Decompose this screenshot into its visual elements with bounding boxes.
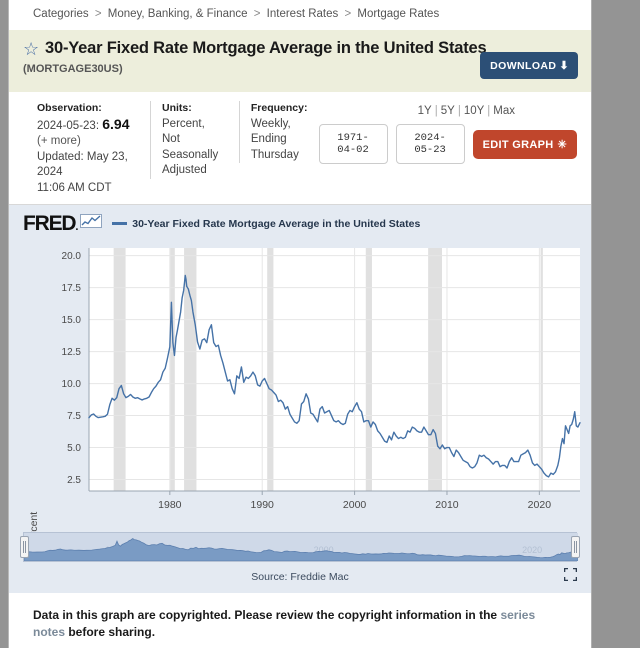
frequency-block: Frequency: Weekly, Ending Thursday	[238, 101, 319, 163]
download-button[interactable]: DOWNLOAD ⬇	[480, 52, 578, 79]
legend-label: 30-Year Fixed Rate Mortgage Average in t…	[132, 217, 421, 230]
copyright-text-before: Data in this graph are copyrighted. Plea…	[33, 608, 501, 622]
more-link[interactable]: (+ more)	[37, 134, 139, 150]
units-label: Units:	[162, 102, 192, 114]
download-icon: ⬇	[559, 60, 569, 72]
gear-icon: ✳	[557, 138, 567, 151]
updated-time: 11:06 AM CDT	[37, 181, 112, 194]
svg-text:2020: 2020	[522, 545, 542, 555]
graph-header: FRED. 30-Year Fixed Rate Mortgage Averag…	[9, 205, 591, 236]
updated-date: Updated: May 23, 2024	[37, 150, 128, 179]
download-label: DOWNLOAD	[490, 60, 557, 72]
fullscreen-icon[interactable]	[563, 567, 578, 584]
svg-text:7.5: 7.5	[67, 411, 81, 422]
chart-area[interactable]: Percent 2.5 5.0 7.5 10.0 12.5 15.0 17.5 20.0 198…	[9, 236, 592, 548]
start-date-input[interactable]: 1971-04-02	[318, 124, 388, 164]
units-line-1: Percent,	[162, 117, 205, 130]
breadcrumb-item-mortgage-rates[interactable]: Mortgage Rates	[357, 8, 439, 20]
slider-handle-left[interactable]	[20, 536, 29, 558]
range-1y[interactable]: 1Y	[418, 105, 432, 117]
navigator-area-chart: 198020002020	[23, 533, 579, 562]
range-selector: 1Y | 5Y | 10Y | Max	[418, 105, 515, 117]
svg-text:1990: 1990	[251, 499, 275, 511]
frequency-line-1: Weekly,	[250, 117, 291, 130]
breadcrumb-separator: >	[94, 8, 102, 20]
observation-value: 6.94	[102, 115, 130, 132]
frequency-label: Frequency:	[250, 102, 308, 114]
slider-handle-right[interactable]	[571, 536, 580, 558]
edit-graph-button[interactable]: EDIT GRAPH ✳	[472, 129, 577, 159]
observation-date: 2024-05-23:	[37, 119, 100, 132]
page-title: 30-Year Fixed Rate Mortgage Average in t…	[45, 39, 487, 57]
source-label: Source: Freddie Mac	[251, 571, 349, 583]
units-line-3: Adjusted	[162, 164, 207, 176]
range-navigator[interactable]: 198020002020	[20, 532, 580, 562]
range-separator: |	[457, 105, 461, 117]
copyright-text-after: before sharing.	[65, 625, 156, 639]
series-meta-row: Observation: 2024-05-23: 6.94 (+ more) U…	[9, 92, 591, 205]
svg-text:2020: 2020	[528, 499, 552, 511]
range-5y[interactable]: 5Y	[441, 105, 455, 117]
breadcrumb-item-interest-rates[interactable]: Interest Rates	[267, 8, 339, 20]
fred-logo: FRED.	[23, 212, 78, 235]
units-block: Units: Percent, Not Seasonally Adjusted	[150, 101, 239, 179]
svg-text:10.0: 10.0	[62, 379, 82, 390]
breadcrumb: Categories > Money, Banking, & Finance >…	[9, 0, 591, 30]
breadcrumb-item-money-banking-finance[interactable]: Money, Banking, & Finance	[108, 8, 248, 20]
svg-text:2000: 2000	[343, 499, 367, 511]
fred-series-page: Categories > Money, Banking, & Finance >…	[8, 0, 592, 648]
range-separator: |	[487, 105, 491, 117]
frequency-line-3: Thursday	[250, 148, 299, 161]
svg-text:5.0: 5.0	[67, 443, 81, 454]
breadcrumb-item-categories[interactable]: Categories	[33, 8, 89, 20]
breadcrumb-separator: >	[253, 8, 261, 20]
breadcrumb-separator: >	[344, 8, 352, 20]
svg-text:2010: 2010	[435, 499, 459, 511]
source-row: Source: Freddie Mac	[9, 562, 591, 593]
favorite-star-icon[interactable]: ☆	[23, 40, 41, 58]
observation-label: Observation:	[37, 102, 102, 114]
line-chart[interactable]: 2.5 5.0 7.5 10.0 12.5 15.0 17.5 20.0 1980 1990 200…	[9, 236, 592, 528]
sparkline-icon	[80, 214, 103, 233]
svg-text:2.5: 2.5	[67, 475, 81, 486]
graph-controls: 1Y | 5Y | 10Y | Max 1971-04-02 2024-05-23 EDIT…	[318, 101, 592, 164]
edit-graph-label: EDIT GRAPH	[482, 138, 554, 151]
frequency-line-2: Ending	[250, 133, 287, 145]
svg-text:20.0: 20.0	[62, 251, 82, 262]
units-line-2: Not Seasonally	[162, 133, 219, 161]
legend-swatch	[112, 222, 128, 225]
series-title-band: ☆ 30-Year Fixed Rate Mortgage Average in …	[9, 30, 591, 92]
end-date-input[interactable]: 2024-05-23	[395, 124, 465, 164]
svg-text:17.5: 17.5	[62, 283, 82, 294]
svg-text:12.5: 12.5	[62, 347, 82, 358]
range-10y[interactable]: 10Y	[464, 105, 484, 117]
svg-text:1980: 1980	[158, 499, 182, 511]
copyright-notice: Data in this graph are copyrighted. Plea…	[9, 593, 591, 648]
graph-panel: FRED. 30-Year Fixed Rate Mortgage Averag…	[9, 205, 591, 593]
svg-text:15.0: 15.0	[62, 315, 82, 326]
range-max[interactable]: Max	[493, 105, 515, 117]
observation-block: Observation: 2024-05-23: 6.94 (+ more) U…	[9, 101, 150, 196]
range-separator: |	[434, 105, 438, 117]
series-id: (MORTGAGE30US)	[23, 63, 123, 75]
